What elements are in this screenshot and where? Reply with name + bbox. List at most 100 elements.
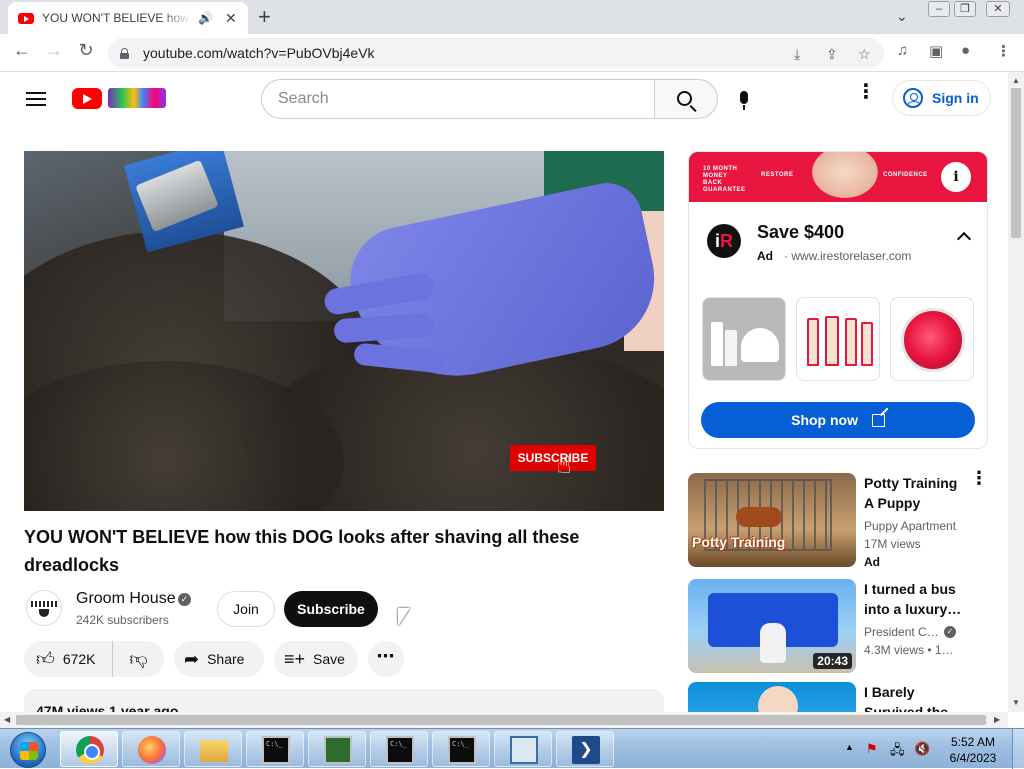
address-bar[interactable]: youtube.com/watch?v=PubOVbj4eVk ⤓ ⇪ ☆ — [108, 38, 884, 68]
ad-product-image[interactable] — [796, 297, 880, 381]
recommendation-item[interactable]: Potty Training Potty Training A Puppy ⋮ … — [688, 469, 988, 569]
thumbnail-caption: Potty Training — [692, 534, 786, 550]
recommendation-title[interactable]: I turned a bus into a luxury… — [864, 579, 968, 619]
search-input[interactable] — [278, 90, 638, 108]
minimize-button[interactable]: – — [928, 1, 950, 17]
taskbar-services[interactable] — [494, 731, 552, 767]
side-panel-icon[interactable]: ▣ — [929, 42, 943, 60]
clock-date[interactable]: 6/4/2023 — [940, 751, 1006, 765]
ad-card[interactable]: 10 MONTH MONEY BACK GUARANTEE RESTORE CO… — [688, 151, 988, 449]
recommendation-channel[interactable]: Puppy Apartment — [864, 519, 956, 533]
ad-banner[interactable]: 10 MONTH MONEY BACK GUARANTEE RESTORE CO… — [689, 152, 987, 202]
share-arrow-icon: ➦ — [184, 648, 200, 669]
recommendation-title[interactable]: I Barely Survived the… — [864, 682, 968, 712]
taskbar-explorer[interactable] — [184, 731, 242, 767]
network-icon[interactable]: 🖧 — [890, 741, 906, 757]
reload-icon[interactable]: ↻ — [74, 40, 98, 61]
video-subscribe-overlay[interactable]: SUBSCRIBE — [510, 445, 596, 471]
ad-title[interactable]: Save $400 — [757, 222, 844, 243]
scroll-left-arrow-icon[interactable]: ◀ — [4, 715, 10, 724]
action-center-flag-icon[interactable]: ⚑ — [866, 741, 882, 756]
ad-badge: Ad — [864, 555, 880, 569]
subscribe-button[interactable]: Subscribe — [284, 591, 378, 627]
restore-button[interactable]: ❐ — [954, 1, 976, 17]
taskbar-task-manager[interactable] — [308, 731, 366, 767]
media-controls-icon[interactable]: ♫ — [897, 42, 908, 59]
command-prompt-icon: C:\_ — [262, 736, 290, 764]
channel-name[interactable]: Groom House — [76, 590, 176, 608]
browser-toolbar: ← → ↻ youtube.com/watch?v=PubOVbj4eVk ⤓ … — [0, 34, 1024, 72]
forward-arrow-icon[interactable]: → — [42, 40, 66, 61]
back-arrow-icon[interactable]: ← — [10, 40, 34, 61]
join-button[interactable]: Join — [217, 591, 275, 627]
scroll-up-arrow-icon[interactable]: ▲ — [1012, 76, 1020, 85]
settings-more-icon[interactable]: ⋮ — [856, 82, 876, 102]
video-player[interactable]: SUBSCRIBE ☝ — [24, 151, 664, 511]
clock-time[interactable]: 5:52 AM — [940, 735, 1006, 749]
taskbar-cmd[interactable]: C:\_ — [370, 731, 428, 767]
info-icon[interactable]: i — [939, 160, 973, 194]
volume-muted-icon[interactable]: 🔇 — [914, 741, 930, 756]
shop-now-button[interactable]: Shop now — [701, 402, 975, 438]
recommendation-item[interactable]: 20:43 I turned a bus into a luxury… Pres… — [688, 579, 988, 673]
save-button[interactable]: ≡+ Save — [274, 641, 358, 677]
dislike-button[interactable]: 👎︎ — [112, 641, 164, 677]
bottle-shape — [725, 330, 737, 366]
like-count: 672K — [62, 651, 96, 667]
profile-icon[interactable]: ● — [961, 42, 970, 59]
start-button[interactable] — [2, 730, 54, 768]
taskbar-cmd[interactable]: C:\_ — [246, 731, 304, 767]
horizontal-scrollbar[interactable]: ◀ ▶ — [0, 712, 1008, 728]
youtube-logo[interactable] — [72, 88, 102, 109]
description-box[interactable]: 47M views 1 year ago — [24, 689, 664, 712]
account-circle-icon — [903, 88, 923, 108]
video-thumbnail[interactable]: 20:43 — [688, 579, 856, 673]
video-thumbnail[interactable]: Potty Training — [688, 473, 856, 567]
hamburger-menu-icon[interactable] — [26, 92, 46, 106]
search-button[interactable] — [654, 79, 718, 119]
external-link-icon — [871, 414, 885, 427]
new-tab-plus-icon[interactable]: + — [258, 4, 271, 30]
tab-search-chevron-icon[interactable]: ⌄ — [896, 8, 908, 25]
close-icon[interactable]: ✕ — [225, 10, 237, 27]
like-button[interactable]: 👍︎ 672K — [24, 641, 112, 677]
recommendation-title[interactable]: Potty Training A Puppy — [864, 473, 968, 513]
share-button[interactable]: ➦ Share — [174, 641, 264, 677]
voice-search-button[interactable] — [728, 84, 760, 116]
vertical-scroll-thumb[interactable] — [1011, 88, 1021, 238]
search-box[interactable] — [261, 79, 655, 119]
vertical-scrollbar[interactable]: ▲ ▼ — [1008, 72, 1024, 712]
show-desktop-button[interactable] — [1012, 729, 1024, 769]
taskbar-firefox[interactable] — [122, 731, 180, 767]
chevron-up-icon[interactable] — [956, 231, 972, 247]
taskbar-chrome[interactable] — [60, 731, 118, 767]
recommendation-channel[interactable]: President C… — [864, 625, 939, 639]
browser-tab[interactable]: YOU WON'T BELIEVE how this DOG looks aft… — [8, 2, 248, 34]
window-close-button[interactable]: ✕ — [986, 1, 1010, 17]
thumbs-down-icon: 👎︎ — [129, 649, 148, 669]
ad-product-image[interactable] — [890, 297, 974, 381]
more-vertical-icon[interactable]: ⋮ — [970, 469, 988, 487]
horizontal-scroll-thumb[interactable] — [16, 715, 986, 725]
url-text[interactable]: youtube.com/watch?v=PubOVbj4eVk — [143, 45, 375, 61]
browser-menu-icon[interactable]: ⋮ — [996, 42, 1011, 60]
lock-icon[interactable] — [120, 47, 129, 59]
show-hidden-icons-arrow-icon[interactable]: ▲ — [845, 742, 854, 752]
sign-in-button[interactable]: Sign in — [892, 80, 991, 116]
youtube-doodle-logo[interactable] — [108, 88, 166, 108]
share-page-icon[interactable]: ⇪ — [826, 46, 838, 63]
taskbar-powershell[interactable]: ❯ — [556, 731, 614, 767]
ad-product-image[interactable] — [702, 297, 786, 381]
playlist-add-icon: ≡+ — [284, 648, 306, 669]
more-actions-button[interactable]: ⋯ — [368, 641, 404, 677]
bookmark-star-icon[interactable]: ☆ — [858, 46, 871, 63]
channel-avatar[interactable] — [26, 590, 62, 626]
recommendation-item[interactable]: I Barely Survived the… — [688, 682, 988, 712]
scroll-right-arrow-icon[interactable]: ▶ — [994, 715, 1000, 724]
install-icon[interactable]: ⤓ — [794, 46, 800, 63]
taskbar-cmd[interactable]: C:\_ — [432, 731, 490, 767]
scroll-down-arrow-icon[interactable]: ▼ — [1012, 698, 1020, 707]
video-thumbnail[interactable] — [688, 682, 856, 712]
share-label: Share — [207, 651, 245, 667]
speaker-icon[interactable]: 🔊 — [198, 11, 213, 25]
